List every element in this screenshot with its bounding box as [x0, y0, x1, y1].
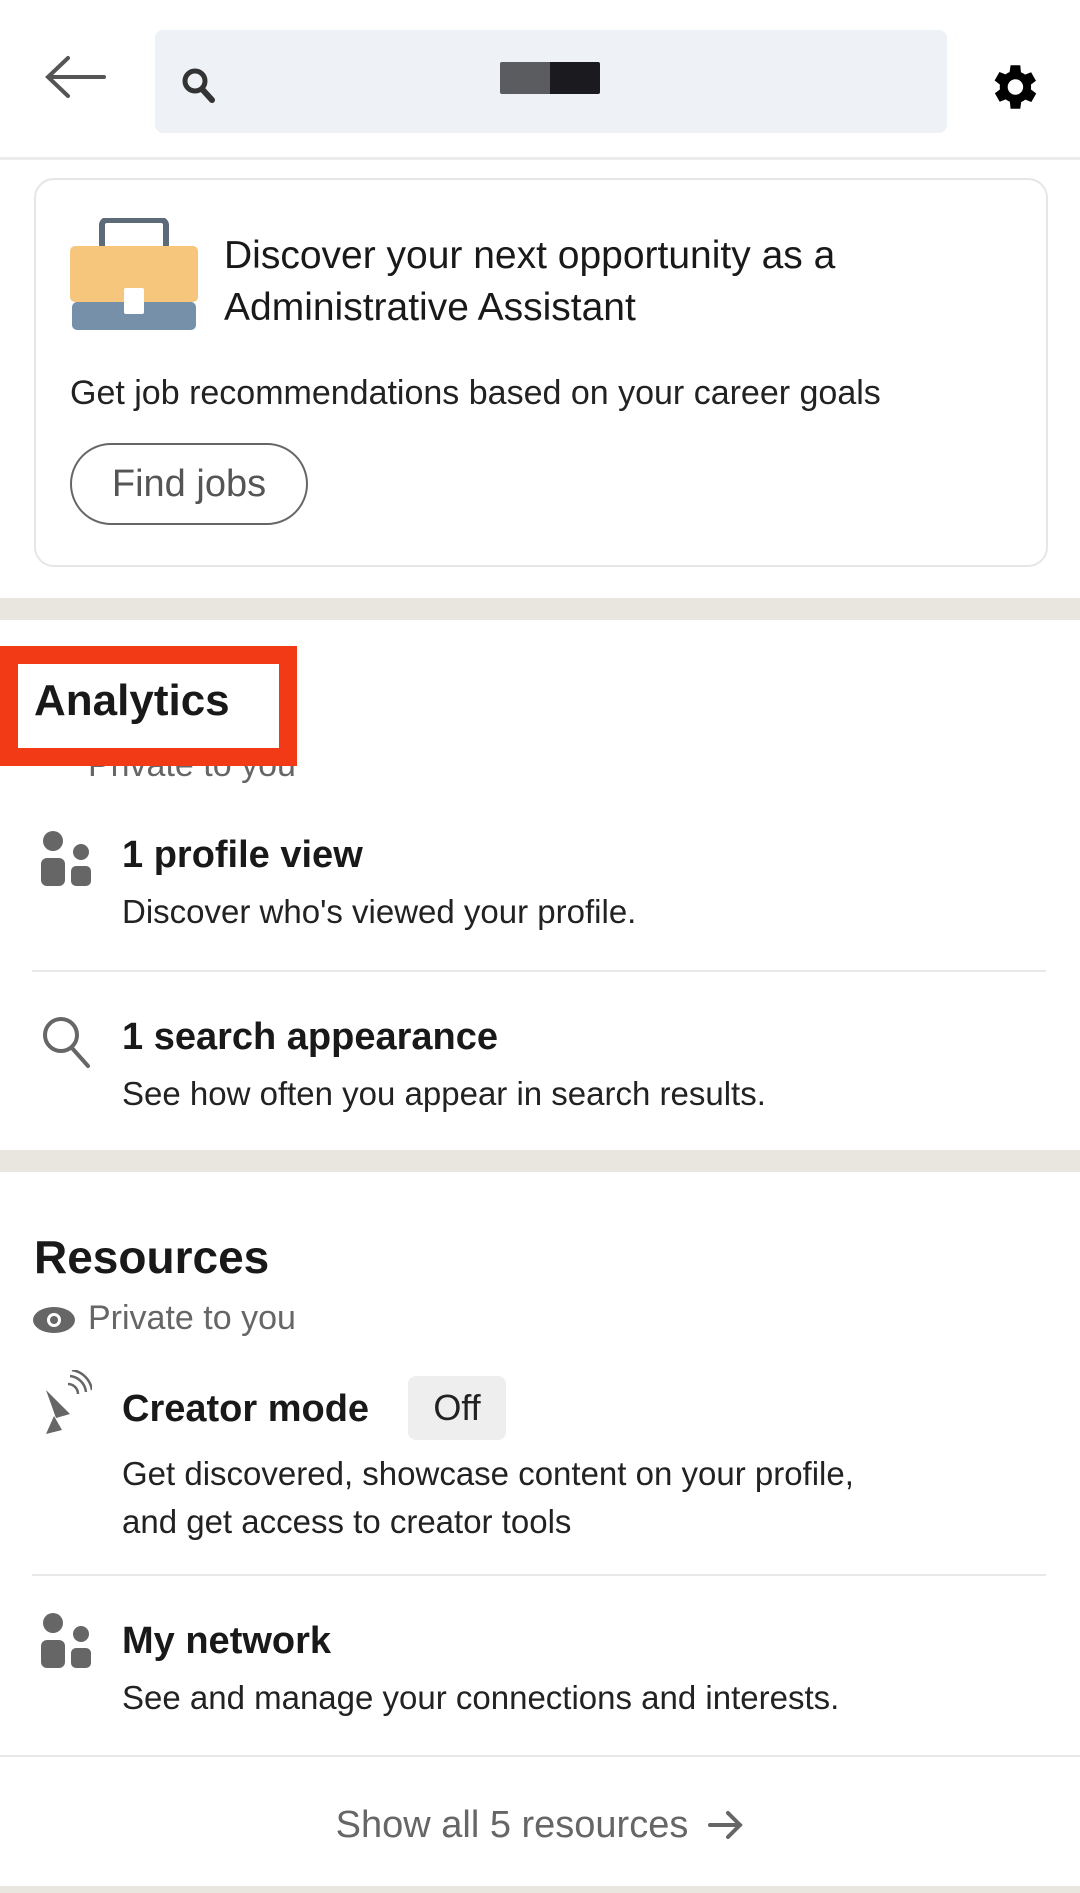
arrow-right-icon — [708, 1811, 744, 1839]
analytics-heading: Analytics — [34, 676, 230, 725]
section-separator — [0, 598, 1080, 620]
job-card-subtitle: Get job recommendations based on your ca… — [70, 374, 881, 412]
resources-privacy-label: Private to you — [88, 1299, 296, 1337]
search-icon — [43, 1017, 90, 1068]
redacted-search-text — [500, 62, 600, 94]
show-all-resources-button[interactable]: Show all 5 resources — [0, 1790, 1080, 1860]
people-icon — [41, 1613, 91, 1668]
arrow-left-icon[interactable] — [44, 55, 106, 99]
people-icon — [41, 831, 91, 886]
item-description: Get discovered, showcase content on your… — [122, 1450, 854, 1546]
item-title: 1 profile view — [122, 834, 363, 876]
find-jobs-button[interactable]: Find jobs — [70, 443, 308, 525]
section-separator — [0, 1150, 1080, 1172]
analytics-item-profile-views[interactable]: 1 profile view Discover who's viewed you… — [0, 820, 1080, 970]
resource-item-creator-mode[interactable]: Creator mode Get discovered, showcase co… — [0, 1360, 1080, 1570]
gear-icon[interactable] — [984, 58, 1042, 116]
title-line: Discover your next opportunity as a — [224, 234, 836, 277]
item-description: See and manage your connections and inte… — [122, 1679, 840, 1716]
divider — [32, 1574, 1046, 1576]
analytics-item-search-appearances[interactable]: 1 search appearance See how often you ap… — [0, 1000, 1080, 1140]
section-separator — [0, 1886, 1080, 1893]
divider — [0, 1755, 1080, 1757]
description-line: Get discovered, showcase content on your… — [122, 1455, 854, 1492]
item-title: Creator mode — [122, 1388, 370, 1430]
creator-mode-status-badge: Off — [408, 1376, 506, 1440]
search-icon — [182, 68, 215, 103]
resources-heading: Resources — [34, 1231, 270, 1283]
title-line: Administrative Assistant — [224, 286, 636, 329]
show-all-label: Show all 5 resources — [335, 1803, 689, 1846]
item-title: My network — [122, 1620, 332, 1662]
eye-icon — [33, 1307, 75, 1333]
item-description: Discover who's viewed your profile. — [122, 893, 637, 930]
briefcase-icon — [70, 218, 198, 330]
job-card-title: Discover your next opportunity as a Admi… — [224, 230, 835, 334]
description-line: and get access to creator tools — [122, 1503, 572, 1540]
resource-item-my-network[interactable]: My network See and manage your connectio… — [0, 1600, 1080, 1750]
item-title: 1 search appearance — [122, 1016, 499, 1058]
top-bar — [0, 0, 1080, 160]
item-description: See how often you appear in search resul… — [122, 1075, 766, 1112]
divider — [32, 970, 1046, 972]
satellite-dish-icon — [46, 1370, 92, 1434]
